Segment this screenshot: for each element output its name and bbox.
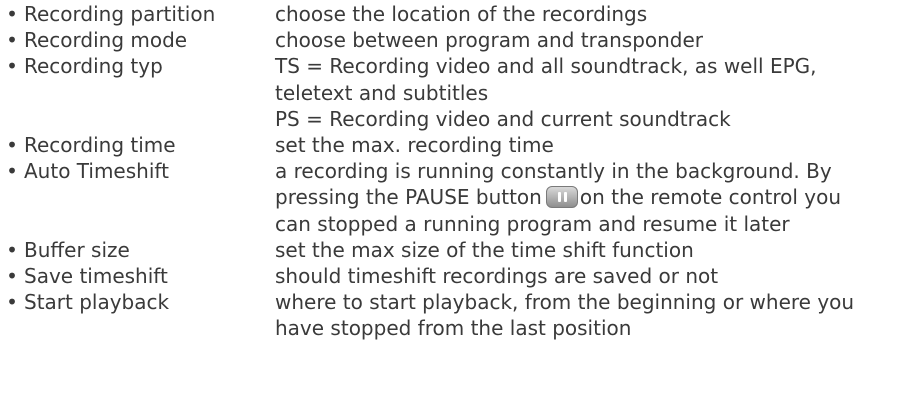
item-description: choose the location of the recordings — [275, 1, 898, 27]
item-term: Save timeshift — [24, 264, 168, 289]
description-line: have stopped from the last position — [275, 316, 632, 341]
pause-bar — [563, 192, 567, 203]
item-term: Start playback — [24, 290, 170, 315]
description-line: where to start playback, from the beginn… — [275, 290, 855, 315]
list-item-recording-mode: • Recording mode choose between program … — [0, 27, 898, 53]
item-term: Recording partition — [24, 2, 216, 26]
settings-description-list: • Recording partition choose the locatio… — [0, 0, 898, 342]
list-item-auto-timeshift: • Auto Timeshift a recording is running … — [0, 158, 898, 237]
list-item-buffer-size: • Buffer size set the max size of the ti… — [0, 237, 898, 263]
item-description: set the max. recording time — [275, 132, 898, 158]
description-line: set the max. recording time — [275, 133, 554, 158]
description-line: set the max size of the time shift funct… — [275, 237, 694, 262]
description-line-with-icon: pressing the PAUSE button on the remote c… — [275, 184, 898, 210]
list-item-recording-typ: • Recording typ TS = Recording video and… — [0, 53, 898, 132]
item-term: Recording typ — [24, 54, 163, 79]
description-fragment: pressing the PAUSE button — [275, 185, 542, 210]
list-item-save-timeshift: • Save timeshift should timeshift record… — [0, 263, 898, 289]
bullet: • — [6, 2, 18, 26]
pause-bar — [557, 192, 561, 203]
bullet: • — [6, 159, 18, 184]
item-description: TS = Recording video and all soundtrack,… — [275, 53, 898, 132]
description-line: PS = Recording video and current soundtr… — [275, 106, 731, 131]
description-fragment: on the remote control you — [579, 185, 842, 210]
item-description: choose between program and transponder — [275, 27, 898, 53]
list-item-start-playback: • Start playback where to start playback… — [0, 289, 898, 341]
item-term: Recording time — [24, 133, 176, 158]
item-term: Buffer size — [24, 237, 130, 262]
bullet: • — [6, 264, 18, 289]
bullet: • — [6, 133, 18, 158]
item-term: Auto Timeshift — [24, 159, 169, 184]
item-description: set the max size of the time shift funct… — [275, 237, 898, 263]
description-line: can stopped a running program and resume… — [275, 211, 790, 236]
bullet: • — [6, 28, 18, 53]
description-line: choose between program and transponder — [275, 28, 704, 53]
description-line: choose the location of the recordings — [275, 2, 648, 26]
bullet: • — [6, 54, 18, 79]
list-item-recording-time: • Recording time set the max. recording … — [0, 132, 898, 158]
list-item-recording-partition: • Recording partition choose the locatio… — [0, 1, 898, 27]
item-description: should timeshift recordings are saved or… — [275, 263, 898, 289]
description-line: a recording is running constantly in the… — [275, 159, 832, 184]
bullet: • — [6, 237, 18, 262]
description-line: teletext and subtitles — [275, 80, 489, 105]
description-line: should timeshift recordings are saved or… — [275, 264, 719, 289]
description-line: TS = Recording video and all soundtrack,… — [275, 54, 817, 79]
item-term: Recording mode — [24, 28, 188, 53]
pause-button-icon — [545, 186, 578, 209]
item-description: a recording is running constantly in the… — [275, 158, 898, 237]
item-description: where to start playback, from the beginn… — [275, 289, 898, 341]
bullet: • — [6, 290, 18, 315]
